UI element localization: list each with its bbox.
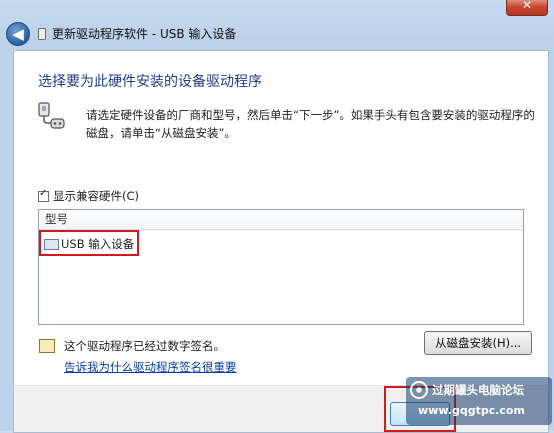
model-list[interactable]: 型号 USB 输入设备	[38, 209, 524, 325]
show-compatible-checkbox[interactable]	[38, 188, 49, 202]
usb-device-icon	[38, 28, 46, 40]
dialog-window: ✕ ◀ 更新驱动程序软件 - USB 输入设备 选择要为此硬件安装的设备驱动程序…	[0, 0, 554, 433]
back-arrow-icon[interactable]: ◀	[6, 22, 30, 46]
title-bar: ✕ ◀ 更新驱动程序软件 - USB 输入设备	[0, 0, 554, 50]
hardware-device-icon	[38, 102, 65, 129]
column-header-model[interactable]: 型号	[39, 210, 523, 230]
have-disk-button[interactable]: 从磁盘安装(H)...	[424, 331, 532, 355]
show-compatible-row[interactable]: 显示兼容硬件(C)	[38, 188, 139, 204]
content-panel: 选择要为此硬件安装的设备驱动程序 请选定硬件设备的厂商和型号，然后单击“下一步”…	[13, 50, 549, 386]
signature-info-link[interactable]: 告诉我为什么驱动程序签名很重要	[64, 359, 237, 375]
signature-status: 这个驱动程序已经过数字签名。	[64, 339, 225, 353]
list-item[interactable]: USB 输入设备	[39, 230, 139, 256]
forum-logo-icon	[410, 381, 428, 399]
signed-driver-icon	[39, 339, 55, 353]
close-button[interactable]: ✕	[506, 0, 548, 16]
watermark: 过期罐头电脑论坛 www.gqgtpc.com	[406, 377, 552, 425]
instruction-text: 请选定硬件设备的厂商和型号，然后单击“下一步”。如果手头有包含要安装的驱动程序的…	[86, 108, 535, 140]
page-heading: 选择要为此硬件安装的设备驱动程序	[38, 74, 262, 90]
highlight-box	[39, 230, 139, 256]
show-compatible-label: 显示兼容硬件(C)	[53, 189, 140, 203]
watermark-title: 过期罐头电脑论坛	[432, 383, 524, 397]
window-title: 更新驱动程序软件 - USB 输入设备	[52, 27, 237, 41]
watermark-url: www.gqgtpc.com	[418, 404, 525, 417]
